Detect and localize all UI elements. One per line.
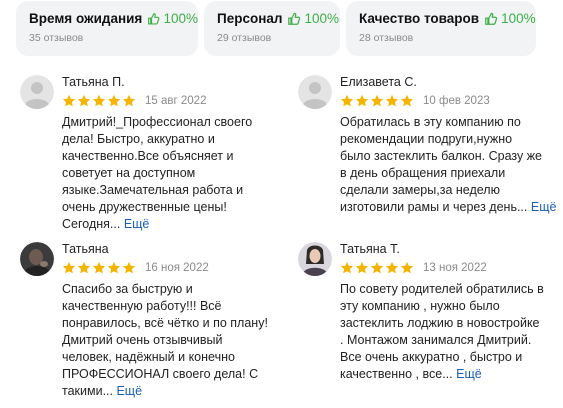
aspect-review-count: 29 отзывов (217, 32, 272, 44)
star-icon (340, 94, 354, 107)
stars (340, 94, 415, 108)
star-icon (385, 94, 399, 107)
star-icon (107, 94, 121, 107)
review-text-line: языке.Замечательная работа и (62, 183, 244, 197)
star-icon (77, 94, 91, 107)
review-date: 15 авг 2022 (145, 95, 207, 107)
stars (340, 261, 415, 275)
review-text-line: дела! Быстро, аккуратно и (62, 132, 215, 146)
more-link[interactable]: Ещё (456, 367, 482, 381)
review-text-line: качественную работу!!! Всё (62, 299, 222, 313)
star-icon (385, 261, 399, 274)
star-icon (62, 94, 76, 107)
more-link[interactable]: Ещё (124, 217, 150, 231)
review-text-line: Дмитрий!_Профессионал своего (62, 115, 253, 129)
star-icon (77, 261, 91, 274)
review-text-line: Спасибо за быструю и (62, 282, 193, 296)
more-link[interactable]: Ещё (531, 200, 557, 214)
thumbs-up-icon (148, 12, 160, 25)
aspect-card-product-quality[interactable]: Качество товаров 100% 28 отзывов (346, 1, 536, 56)
review-text-line: качественно.Все объясняет и (62, 149, 234, 163)
star-rating: 10 фев 2023 (340, 94, 490, 108)
star-icon (122, 261, 136, 274)
review-text: Дмитрий!_Профессионал своего дела! Быстро… (62, 114, 282, 233)
review-text: Спасибо за быструю и качественную работу!… (62, 281, 282, 400)
aspect-percent: 100% (304, 11, 339, 26)
star-icon (107, 261, 121, 274)
more-link[interactable]: Ещё (116, 384, 142, 398)
review-text-line: застеклить лоджию в новостройке (340, 316, 540, 330)
star-rating: 16 ноя 2022 (62, 261, 209, 275)
review-date: 16 ноя 2022 (145, 262, 209, 274)
avatar-placeholder-icon[interactable] (20, 75, 54, 109)
review-text-line: такими... Ещё (62, 384, 143, 398)
review-text-line: сделали замеры,за неделю (340, 183, 500, 197)
avatar-photo[interactable] (298, 242, 332, 276)
review-text-line: изготовили рамы и через день... Ещё (340, 200, 557, 214)
aspect-review-count: 28 отзывов (359, 32, 414, 44)
review-text-line: в день обращения приехали (340, 166, 506, 180)
review-author[interactable]: Татьяна Т. (340, 242, 400, 256)
review-text-line: очень дружественные цены! (62, 200, 227, 214)
aspect-name: Время ожидания (29, 11, 143, 26)
review-date: 13 ноя 2022 (423, 262, 487, 274)
aspect-card-staff[interactable]: Персонал 100% 29 отзывов (204, 1, 340, 56)
review-text-line: качественно , все... Ещё (340, 367, 482, 381)
aspect-card-waiting-time[interactable]: Время ожидания 100% 35 отзывов (16, 1, 198, 56)
review-text-line: ПРОФЕССИОНАЛ своего дела! С (62, 367, 259, 381)
star-icon (122, 94, 136, 107)
aspect-name: Качество товаров (359, 11, 480, 26)
review-text-line: Дмитрий очень отзывчивый (62, 333, 223, 347)
star-icon (340, 261, 354, 274)
review-date: 10 фев 2023 (423, 95, 490, 107)
review-text: По совету родителей обратились в эту комп… (340, 281, 560, 383)
review-author[interactable]: Татьяна (62, 242, 109, 256)
review-text-line: было застеклить балкон. Сразу же (340, 149, 543, 163)
review-text-line: По совету родителей обратились в (340, 282, 544, 296)
review-text-line: человек, надёжный и конечно (62, 350, 235, 364)
stars (62, 94, 137, 108)
star-icon (62, 261, 76, 274)
review-author[interactable]: Елизавета С. (340, 75, 417, 89)
star-icon (400, 261, 414, 274)
star-rating: 15 авг 2022 (62, 94, 206, 108)
review-text-line: Все очень аккуратно , быстро и (340, 350, 523, 364)
aspect-name: Персонал (217, 11, 283, 26)
aspect-percent: 100% (163, 11, 198, 26)
review-author[interactable]: Татьяна П. (62, 75, 125, 89)
star-icon (355, 261, 369, 274)
review-text-line: Сегодня... Ещё (62, 217, 150, 231)
review-text-line: рекомендации подруги,нужно (340, 132, 513, 146)
star-rating: 13 ноя 2022 (340, 261, 487, 275)
review-text-line: эту компанию , нужно было (340, 299, 500, 313)
star-icon (92, 94, 106, 107)
avatar-placeholder-icon[interactable] (298, 75, 332, 109)
star-icon (92, 261, 106, 274)
star-icon (370, 261, 384, 274)
stars (62, 261, 137, 275)
thumbs-up-icon (485, 12, 498, 25)
aspect-ratings: Время ожидания 100% 35 отзывов Персонал … (0, 0, 563, 60)
thumbs-up-icon (288, 12, 301, 25)
avatar-photo[interactable] (20, 242, 54, 276)
review-text-line: Обратилась в эту компанию по (340, 115, 521, 129)
review-text: Обратилась в эту компанию по рекомендации… (340, 114, 560, 216)
review-text-line: . Монтажом занимался Дмитрий. (340, 333, 532, 347)
star-icon (400, 94, 414, 107)
star-icon (355, 94, 369, 107)
review-text-line: понравилось, всё чётко и по плану! (62, 316, 268, 330)
aspect-review-count: 35 отзывов (29, 32, 84, 44)
aspect-percent: 100% (501, 11, 536, 26)
star-icon (370, 94, 384, 107)
review-text-line: советует на доступном (62, 166, 196, 180)
